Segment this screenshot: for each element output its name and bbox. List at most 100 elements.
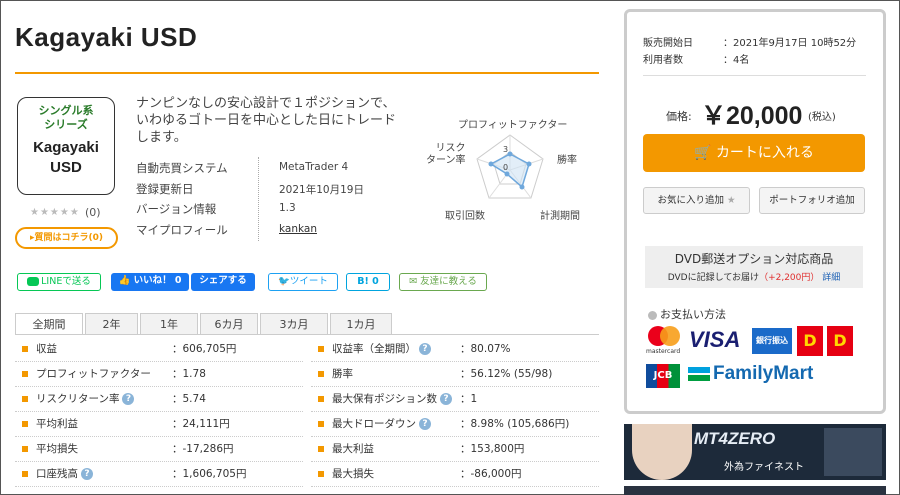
bullet-square-icon [318, 470, 324, 477]
stat-label: 最大ドローダウン [332, 418, 416, 430]
help-icon[interactable]: ? [419, 418, 431, 430]
stat-label: 最大利益 [332, 443, 374, 455]
add-favorite-button[interactable]: お気に入り追加 ★ [643, 187, 750, 214]
stat-value: ：1,606,705円 [172, 468, 247, 480]
line-share-button[interactable]: LINEで送る [17, 273, 101, 291]
radar-point [526, 161, 532, 167]
bullet-square-icon [22, 445, 28, 452]
payment-title-text: お支払い方法 [660, 308, 726, 321]
info-value-system: MetaTrader 4 [279, 161, 349, 173]
second-banner[interactable] [624, 486, 886, 495]
radar-point [504, 171, 510, 177]
jcb-logo: JCB [646, 364, 680, 388]
stat-value: ：56.12% (55/98) [460, 368, 553, 380]
cart-button-label: カートに入れる [715, 145, 814, 161]
tell-friend-button[interactable]: ✉ 友達に教える [399, 273, 487, 291]
info-label-version: バージョン情報 [136, 202, 217, 216]
tab-6months[interactable]: 6カ月 [200, 313, 258, 335]
dvd-title: DVD郵送オプション対応商品 [674, 252, 834, 266]
bank-transfer-logo: 銀行振込 [752, 328, 792, 354]
stat-row: 平均利益 ：24,111円 [15, 412, 303, 437]
stat-value: ：80.07% [460, 343, 511, 355]
mt4zero-banner[interactable]: MT4ZERO 外為ファイネスト [624, 424, 886, 480]
profile-link[interactable]: kankan [279, 223, 317, 235]
info-label-updated: 登録更新日 [136, 182, 194, 196]
question-button[interactable]: ▸質問はコチラ(0) [15, 227, 118, 249]
facebook-share-button[interactable]: シェアする [191, 273, 255, 291]
sale-start-value: ：2021年9月17日 10時52分 [723, 38, 857, 49]
dvd-subtitle-text: DVDに記録してお届け [667, 273, 760, 283]
rating-stars: ★★★★★ [30, 207, 80, 218]
dvd-option-box: DVD郵送オプション対応商品 DVDに記録してお届け（+2,200円） 詳細 [645, 246, 863, 288]
stat-value: ：24,111円 [172, 418, 230, 430]
stat-row: リスクリターン率? ：5.74 [15, 387, 303, 412]
hatena-bookmark-button[interactable]: B! 0 [346, 273, 390, 291]
stat-row: 口座残高? ：1,606,705円 [15, 462, 303, 487]
tab-1year[interactable]: 1年 [140, 313, 198, 335]
mastercard-logo: mastercard [646, 326, 684, 356]
page-title: Kagayaki USD [15, 22, 198, 52]
visa-logo: VISA [689, 327, 741, 352]
sale-start-label: 販売開始日 [643, 38, 693, 49]
dvd-detail-link[interactable]: 詳細 [822, 273, 840, 283]
radar-point [507, 151, 513, 157]
tab-all-period[interactable]: 全期間 [15, 313, 83, 336]
help-icon[interactable]: ? [440, 393, 452, 405]
help-icon[interactable]: ? [81, 468, 93, 480]
stat-label: プロフィットファクター [36, 368, 151, 380]
radar-label-period: 計測期間 [540, 211, 580, 222]
add-portfolio-button[interactable]: ポートフォリオ追加 [759, 187, 865, 214]
bullet-icon [648, 310, 657, 320]
users-label: 利用者数 [643, 55, 683, 66]
tweet-button[interactable]: 🐦ツイート [268, 273, 338, 291]
tab-1month[interactable]: 1カ月 [330, 313, 392, 335]
stat-label: 収益 [36, 343, 57, 355]
facebook-like-button[interactable]: 👍 いいね！ 0 [111, 273, 189, 291]
radar-label-risk: リスク ターン率 [426, 143, 466, 166]
stat-value: ：-86,000円 [460, 468, 522, 480]
bullet-square-icon [22, 470, 28, 477]
line-icon [27, 277, 40, 286]
stat-label: リスクリターン率 [36, 393, 120, 405]
tab-2years[interactable]: 2年 [85, 313, 138, 335]
title-divider [15, 72, 599, 74]
familymart-logo: FamilyMart [713, 363, 814, 384]
banner-chart-image [824, 428, 882, 476]
radar-label-trades: 取引回数 [445, 211, 485, 222]
radar-series [489, 153, 530, 189]
thumbs-up-icon: 👍 [118, 275, 131, 286]
stat-label: 平均損失 [36, 443, 78, 455]
d-daily-logo: D [827, 326, 853, 356]
product-icon: シングル系 シリーズ Kagayaki USD [17, 97, 115, 195]
stat-row: 平均損失 ：-17,286円 [15, 437, 303, 462]
stat-value: ：606,705円 [172, 343, 237, 355]
add-to-cart-button[interactable]: 🛒 カートに入れる [643, 134, 865, 172]
rating-count: (0) [85, 206, 101, 219]
product-description: ナンピンなしの安心設計で１ポジションで、いわゆるゴトー日を中心とした日にトレード… [136, 96, 397, 145]
banner-person-image [632, 424, 692, 480]
stat-label: 平均利益 [36, 418, 78, 430]
stat-value: ：-17,286円 [172, 443, 234, 455]
tab-3months[interactable]: 3カ月 [260, 313, 328, 335]
help-icon[interactable]: ? [419, 343, 431, 355]
bullet-square-icon [318, 420, 324, 427]
help-icon[interactable]: ? [122, 393, 135, 405]
stat-value: ：8.98% (105,686円) [460, 418, 570, 430]
info-label-system: 自動売買システム [136, 161, 228, 175]
radar-point [488, 161, 494, 167]
bullet-square-icon [318, 370, 324, 377]
star-icon: ★ [727, 195, 736, 206]
bullet-square-icon [22, 370, 28, 377]
price-tax: (税込) [808, 112, 836, 123]
stat-label: 最大保有ポジション数 [332, 393, 437, 405]
stat-label: 勝率 [332, 368, 353, 380]
radar-label-pf: プロフィットファクター [458, 120, 568, 131]
familymart-stripe-green [688, 375, 710, 381]
radar-scale-min: 0 [503, 163, 509, 172]
bullet-square-icon [318, 345, 324, 352]
bullet-square-icon [22, 395, 28, 402]
radar-point [519, 184, 525, 190]
stat-row: 最大利益 ：153,800円 [311, 437, 599, 462]
dvd-price: （+2,200円） [759, 273, 820, 283]
twitter-bird-icon: 🐦 [278, 276, 290, 287]
